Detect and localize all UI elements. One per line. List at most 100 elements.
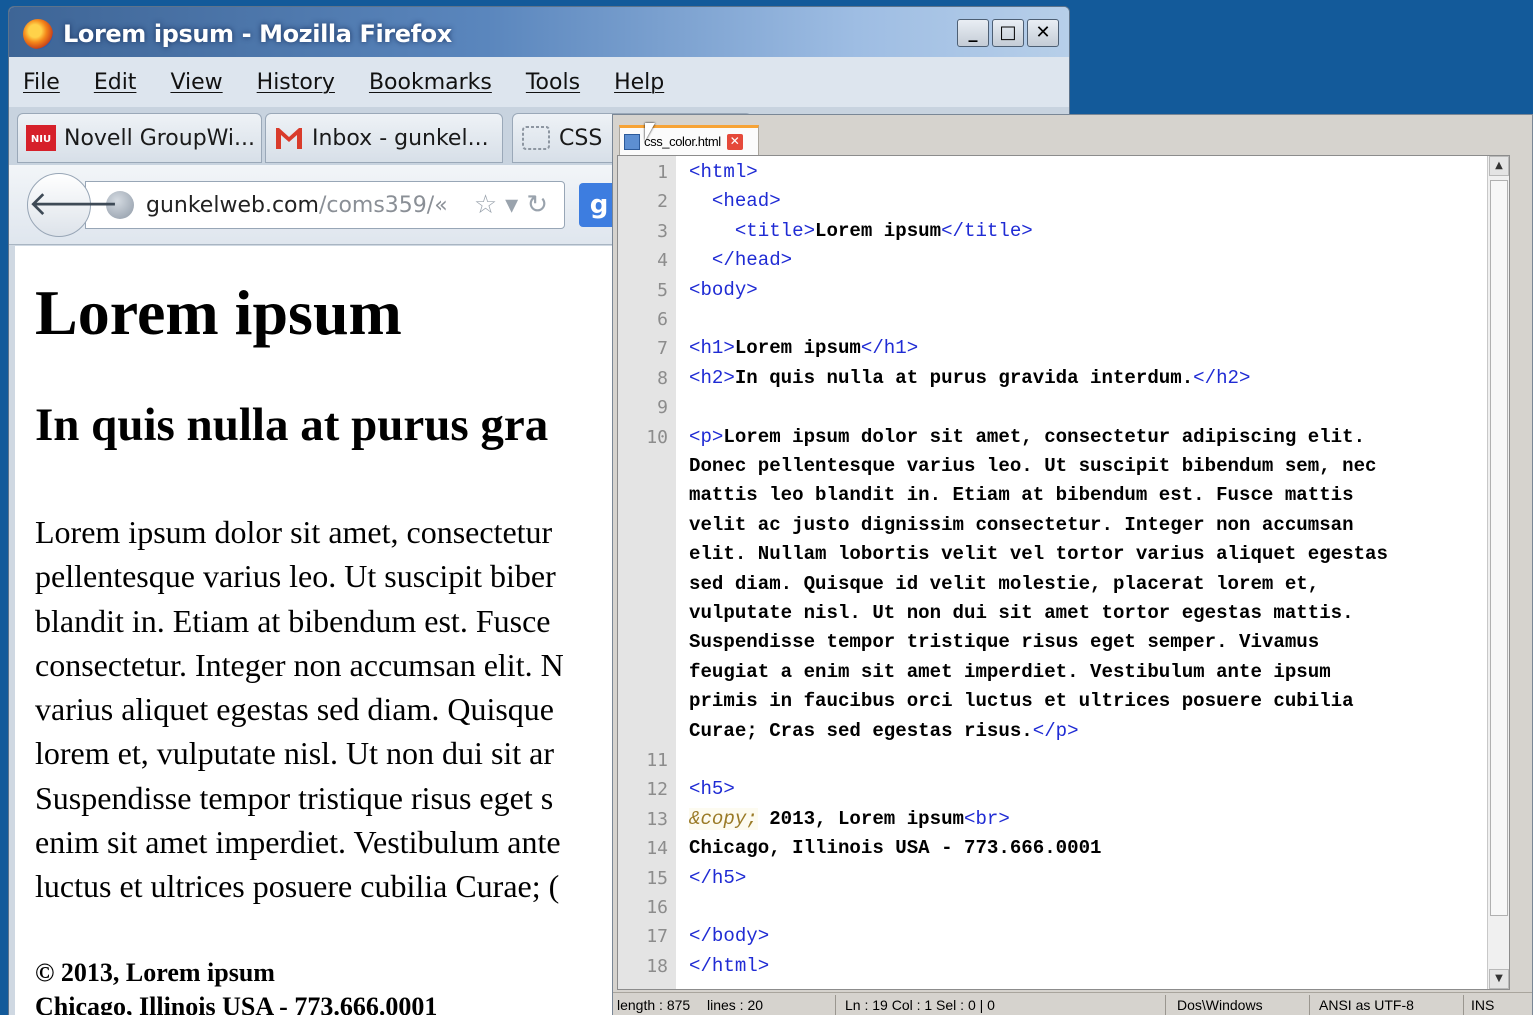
window-title: Lorem ipsum - Mozilla Firefox bbox=[63, 20, 452, 48]
minimize-button[interactable]: _ bbox=[957, 19, 989, 47]
editor-tab-strip: css_color.html ✕ bbox=[613, 115, 1532, 155]
page-footer: © 2013, Lorem ipsum Chicago, Illinois US… bbox=[35, 956, 437, 1015]
line-number: 7 bbox=[657, 338, 668, 360]
html-tag: <p> bbox=[689, 425, 724, 448]
text-content: elit. Nullam lobortis velit vel tortor v… bbox=[689, 543, 1388, 566]
text-content: sed diam. Quisque id velit molestie, pla… bbox=[689, 572, 1320, 595]
code-text: <head> bbox=[689, 187, 781, 216]
gmail-icon bbox=[276, 128, 302, 149]
code-text: elit. Nullam lobortis velit vel tortor v… bbox=[689, 540, 1388, 569]
code-text: feugiat a enim sit amet imperdiet. Vesti… bbox=[689, 658, 1331, 687]
code-text: vulputate nisl. Ut non dui sit amet tort… bbox=[689, 599, 1354, 628]
text-content: primis in faucibus orci luctus et ultric… bbox=[689, 690, 1354, 713]
status-encoding: ANSI as UTF-8 bbox=[1319, 997, 1414, 1013]
code-line: 18 </html> bbox=[618, 952, 1509, 981]
url-bar[interactable]: gunkelweb.com /coms359/« ☆▾↻ bbox=[85, 181, 565, 229]
code-text: <h2>In quis nulla at purus gravida inter… bbox=[689, 364, 1250, 393]
tab-groupwise[interactable]: NIU Novell GroupWi... bbox=[17, 113, 262, 163]
close-tab-icon[interactable]: ✕ bbox=[726, 133, 743, 150]
text-content: mattis leo blandit in. Etiam at bibendum… bbox=[689, 484, 1354, 507]
code-line: 11 bbox=[618, 746, 1509, 775]
code-text: mattis leo blandit in. Etiam at bibendum… bbox=[689, 481, 1354, 510]
code-text: <html> bbox=[689, 158, 758, 187]
line-number: 11 bbox=[646, 750, 668, 771]
scroll-up-icon[interactable]: ▲ bbox=[1489, 156, 1509, 176]
code-line: 4 </head> bbox=[618, 246, 1509, 275]
code-line: 1 <html> bbox=[618, 158, 1509, 187]
close-button[interactable]: ✕ bbox=[1027, 19, 1059, 47]
code-line: 14 Chicago, Illinois USA - 773.666.0001 bbox=[618, 834, 1509, 863]
title-bar: Lorem ipsum - Mozilla Firefox _ □ ✕ bbox=[9, 7, 1069, 57]
menu-tools[interactable]: Tools bbox=[526, 70, 580, 95]
code-line: 15 </h5> bbox=[618, 864, 1509, 893]
code-text: primis in faucibus orci luctus et ultric… bbox=[689, 687, 1354, 716]
code-line: 16 bbox=[618, 893, 1509, 922]
text-content: Lorem ipsum bbox=[734, 337, 861, 360]
code-text: velit ac justo dignissim consectetur. In… bbox=[689, 511, 1354, 540]
code-line: 2 <head> bbox=[618, 187, 1509, 216]
html-tag: <h2> bbox=[689, 366, 735, 389]
code-line: 3 <title>Lorem ipsum</title> bbox=[618, 217, 1509, 246]
mouse-cursor-icon bbox=[645, 123, 655, 141]
maximize-button[interactable]: □ bbox=[992, 19, 1024, 47]
editor-tab[interactable]: css_color.html ✕ bbox=[619, 125, 759, 155]
code-line: primis in faucibus orci luctus et ultric… bbox=[618, 687, 1509, 716]
line-number: 5 bbox=[657, 279, 668, 301]
status-mode: INS bbox=[1471, 997, 1495, 1013]
svg-text:NIU: NIU bbox=[31, 134, 51, 145]
tab-inbox[interactable]: Inbox - gunkel... bbox=[265, 113, 503, 163]
code-text: </body> bbox=[689, 922, 769, 951]
paragraph-line: consectetur. Integer non accumsan elit. … bbox=[35, 646, 564, 683]
code-text: &copy; 2013, Lorem ipsum<br> bbox=[689, 805, 1010, 834]
code-editor[interactable]: 1 <html> 2 <head> 3 <title>Lorem ipsum</tit… bbox=[617, 155, 1510, 990]
html-tag: <br> bbox=[964, 807, 1010, 830]
line-number: 4 bbox=[657, 250, 668, 272]
line-number: 3 bbox=[657, 220, 668, 242]
code-line: velit ac justo dignissim consectetur. In… bbox=[618, 511, 1509, 540]
code-text: <body> bbox=[689, 276, 758, 305]
code-text: </html> bbox=[689, 952, 769, 981]
paragraph-line: varius aliquet egestas sed diam. Quisque bbox=[35, 691, 554, 728]
code-line: 8 <h2>In quis nulla at purus gravida inte… bbox=[618, 364, 1509, 393]
page-heading-1: Lorem ipsum bbox=[35, 277, 402, 348]
html-tag: <h5> bbox=[689, 778, 735, 801]
menu-history[interactable]: History bbox=[257, 70, 335, 95]
code-line: mattis leo blandit in. Etiam at bibendum… bbox=[618, 481, 1509, 510]
vertical-scrollbar[interactable]: ▲ ▼ bbox=[1487, 156, 1509, 989]
text-content: Curae; Cras sed egestas risus. bbox=[689, 719, 1033, 742]
bookmark-star-icon[interactable]: ☆▾↻ bbox=[474, 190, 556, 220]
line-number: 6 bbox=[657, 309, 668, 330]
paragraph-line: luctus et ultrices posuere cubilia Curae… bbox=[35, 868, 560, 905]
html-tag: </html> bbox=[689, 954, 770, 977]
code-line: 6 bbox=[618, 305, 1509, 334]
line-number: 8 bbox=[657, 367, 668, 389]
menu-file[interactable]: File bbox=[23, 70, 60, 95]
tab-label: CSS bbox=[559, 125, 603, 151]
menu-help[interactable]: Help bbox=[614, 70, 664, 95]
status-lines: lines : 20 bbox=[707, 997, 764, 1013]
firefox-logo-icon bbox=[23, 19, 53, 49]
paragraph-line: lorem et, vulputate nisl. Ut non dui sit… bbox=[35, 735, 555, 772]
menu-edit[interactable]: Edit bbox=[94, 70, 137, 95]
line-number: 1 bbox=[657, 162, 668, 183]
status-eol: Dos\Windows bbox=[1177, 997, 1263, 1013]
scroll-thumb[interactable] bbox=[1490, 180, 1508, 916]
scroll-down-icon[interactable]: ▼ bbox=[1489, 969, 1509, 989]
notepad-window: css_color.html ✕ 1 <html> 2 <head> 3 <title… bbox=[612, 114, 1533, 1015]
text-content: Donec pellentesque varius leo. Ut suscip… bbox=[689, 455, 1377, 477]
paragraph-line: blandit in. Etiam at bibendum est. Fusce bbox=[35, 602, 551, 639]
paragraph-line: Suspendisse tempor tristique risus eget … bbox=[35, 779, 554, 816]
line-number: 16 bbox=[646, 897, 668, 918]
back-arrow-button[interactable]: 🡐 bbox=[27, 173, 119, 237]
code-text: </head> bbox=[689, 246, 792, 275]
menu-view[interactable]: View bbox=[170, 70, 222, 95]
menu-bookmarks[interactable]: Bookmarks bbox=[369, 70, 492, 95]
code-text: <h1>Lorem ipsum</h1> bbox=[689, 334, 918, 363]
url-path: /coms359/« bbox=[318, 192, 448, 218]
code-line: Donec pellentesque varius leo. Ut suscip… bbox=[618, 452, 1509, 481]
groupwise-icon: NIU bbox=[26, 125, 56, 151]
line-number: 13 bbox=[646, 808, 668, 830]
html-tag: </h2> bbox=[1193, 366, 1251, 389]
paragraph-line: pellentesque varius leo. Ut suscipit bib… bbox=[35, 558, 556, 595]
code-line: Suspendisse tempor tristique risus eget … bbox=[618, 628, 1509, 657]
